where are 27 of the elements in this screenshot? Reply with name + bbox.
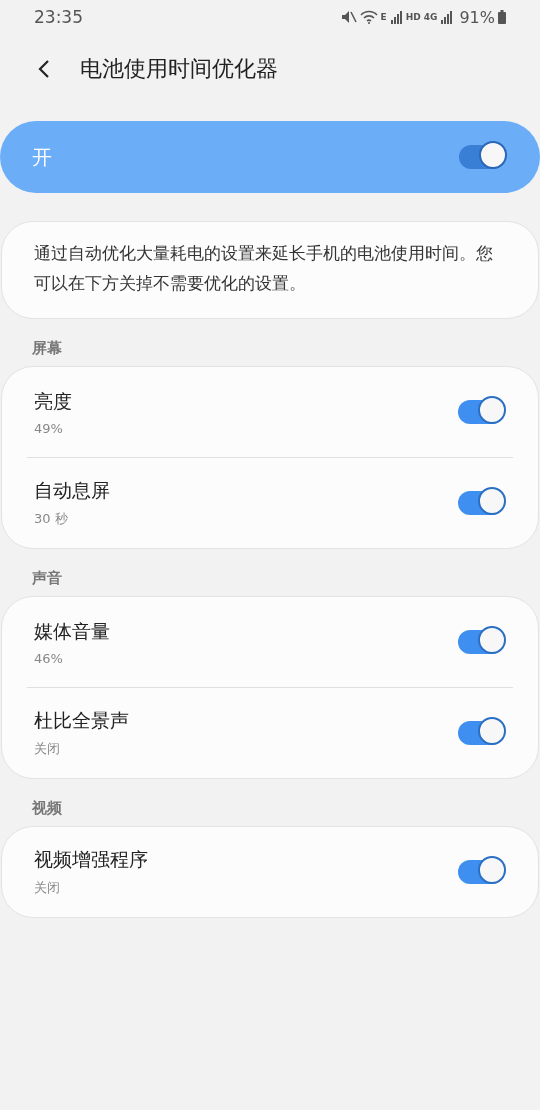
battery-icon (498, 10, 506, 24)
signal-icon (440, 10, 454, 24)
setting-summary: 关闭 (34, 879, 61, 897)
description-text: 通过自动优化大量耗电的设置来延长手机的电池使用时间。您可以在下方关掉不需要优化的设置。 (34, 242, 494, 295)
signal-icon (389, 10, 403, 24)
setting-title: 自动息屏 (34, 478, 110, 503)
section-header: 屏幕 (31, 338, 63, 359)
section-header: 声音 (31, 568, 63, 589)
setting-summary: 30 秒 (34, 510, 69, 528)
network-label: 4G (423, 12, 438, 22)
setting-title: 视频增强程序 (34, 847, 148, 872)
status-time: 23:35 (34, 7, 83, 27)
mute-icon (340, 10, 357, 24)
setting-summary: 49% (34, 420, 64, 436)
setting-title: 杜比全景声 (34, 708, 129, 733)
battery-percent: 91% (459, 7, 495, 27)
setting-summary: 46% (34, 650, 64, 666)
setting-title: 媒体音量 (34, 618, 110, 644)
wifi-icon (359, 10, 378, 24)
master-switch-bar[interactable]: 开 (0, 121, 540, 193)
setting-summary: 关闭 (34, 740, 61, 758)
section-header: 视频 (31, 798, 63, 819)
setting-title: 亮度 (34, 388, 72, 414)
network-label: HD (405, 12, 421, 22)
switch-label: 开 (32, 143, 52, 171)
network-label: E (380, 12, 387, 22)
page-title: 电池使用时间优化器 (80, 55, 278, 83)
